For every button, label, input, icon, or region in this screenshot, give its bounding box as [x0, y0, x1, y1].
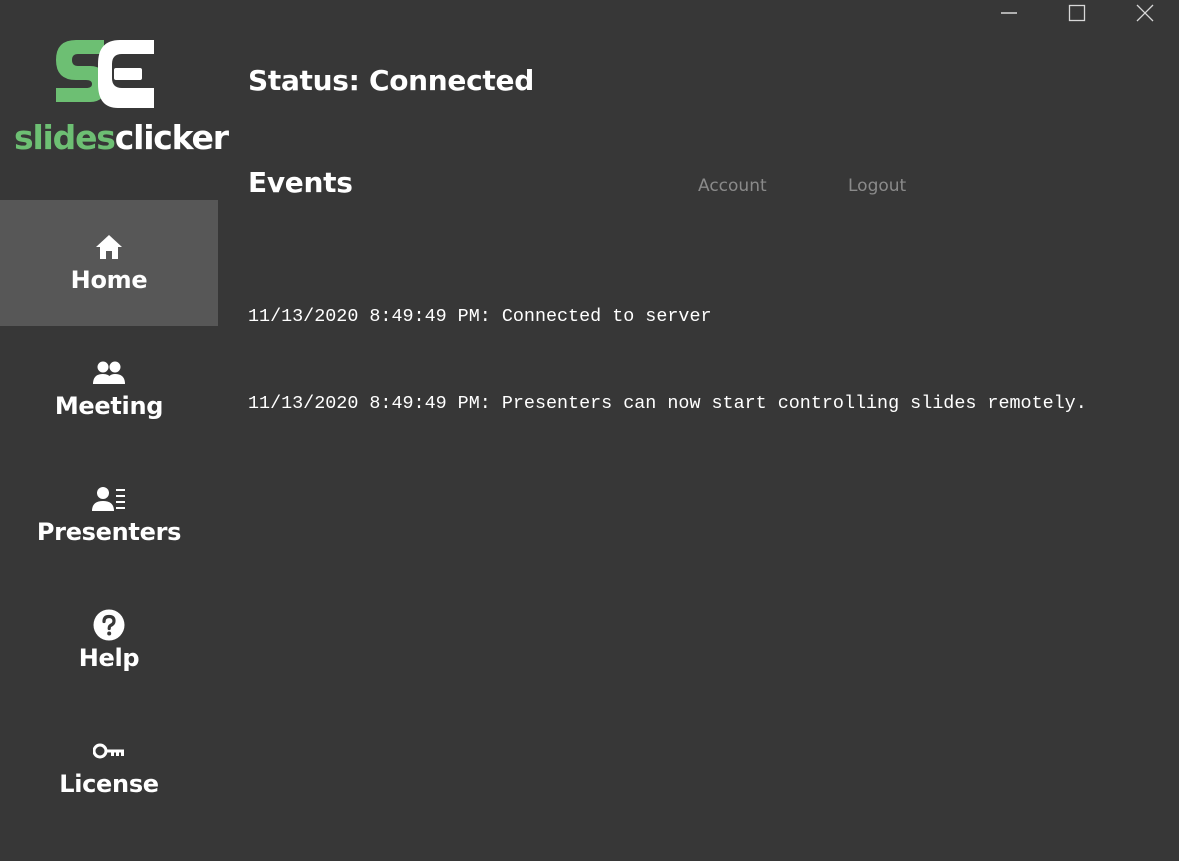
account-link[interactable]: Account	[698, 176, 767, 196]
people-icon	[93, 358, 125, 388]
event-log: 11/13/2020 8:49:49 PM: Connected to serv…	[248, 244, 1168, 476]
help-icon	[93, 609, 125, 641]
sidebar-nav: Home Meeting Presenters Help License	[0, 200, 218, 830]
logo-text-clicker: clicker	[114, 118, 229, 157]
sidebar: slidesclicker Home Meeting Presenters He…	[0, 0, 229, 861]
sidebar-item-help[interactable]: Help	[0, 578, 218, 704]
presenter-list-icon	[92, 484, 126, 514]
sidebar-item-label: Presenters	[36, 518, 182, 546]
logout-link[interactable]: Logout	[848, 176, 906, 196]
sidebar-item-home[interactable]: Home	[0, 200, 218, 326]
sidebar-item-presenters[interactable]: Presenters	[0, 452, 218, 578]
logo-text: slidesclicker	[14, 118, 229, 157]
minimize-button[interactable]	[975, 0, 1043, 26]
events-heading: Events	[248, 166, 353, 199]
connection-status: Status: Connected	[248, 64, 534, 97]
window-controls	[975, 0, 1179, 26]
app-window: slidesclicker Home Meeting Presenters He…	[0, 0, 1179, 861]
sidebar-item-license[interactable]: License	[0, 704, 218, 830]
app-logo: slidesclicker	[14, 38, 229, 160]
sidebar-item-meeting[interactable]: Meeting	[0, 326, 218, 452]
sidebar-item-label: Home	[70, 266, 148, 294]
maximize-button[interactable]	[1043, 0, 1111, 26]
close-button[interactable]	[1111, 0, 1179, 26]
event-log-entry: 11/13/2020 8:49:49 PM: Connected to serv…	[248, 306, 712, 327]
event-log-entry: 11/13/2020 8:49:49 PM: Presenters can no…	[248, 393, 1087, 414]
logo-mark-icon	[56, 40, 154, 108]
close-icon	[1136, 4, 1154, 22]
key-icon	[93, 736, 125, 766]
sidebar-item-label: License	[59, 770, 159, 798]
home-icon	[95, 232, 123, 262]
maximize-icon	[1068, 4, 1086, 22]
sidebar-item-label: Help	[78, 644, 140, 672]
minimize-icon	[1001, 12, 1017, 14]
logo-text-slides: slides	[14, 118, 116, 157]
sidebar-item-label: Meeting	[54, 392, 164, 420]
